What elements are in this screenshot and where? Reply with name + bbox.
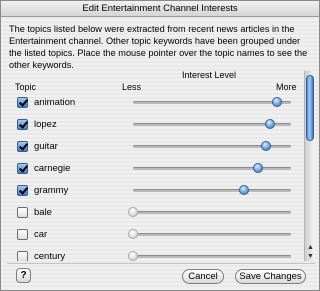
topic-checkbox[interactable] (17, 163, 28, 174)
interest-slider-thumb[interactable] (265, 119, 276, 129)
interest-slider-track[interactable] (133, 255, 291, 258)
topic-row: guitar (15, 136, 303, 158)
interest-slider-thumb[interactable] (260, 141, 271, 151)
topic-row: century (15, 246, 303, 261)
topic-row: animation (15, 92, 303, 114)
scroll-down-arrow-icon[interactable]: ▼ (305, 252, 316, 261)
topic-row: car (15, 224, 303, 246)
interest-slider-track[interactable] (133, 189, 291, 192)
interest-slider-track[interactable] (133, 167, 291, 170)
window-title: Edit Entertainment Channel Interests (82, 3, 238, 14)
vertical-scrollbar[interactable]: ▲ ▼ (304, 71, 315, 261)
interest-slider-thumb[interactable] (128, 229, 138, 239)
topic-checkbox[interactable] (17, 97, 28, 108)
interest-slider-thumb[interactable] (238, 185, 249, 195)
topic-checkbox[interactable] (17, 229, 28, 240)
topic-label[interactable]: century (34, 251, 65, 261)
interest-slider-track[interactable] (133, 211, 291, 214)
dialog-window: Edit Entertainment Channel Interests The… (0, 0, 320, 291)
topic-column-header: Topic (15, 82, 37, 92)
topic-checkbox[interactable] (17, 185, 28, 196)
more-label: More (276, 82, 297, 92)
less-label: Less (122, 82, 142, 92)
topic-label[interactable]: car (34, 229, 47, 240)
topic-list: animation lopez guitar carnegie grammy bale ca… (15, 92, 315, 261)
divider (7, 263, 315, 264)
interest-slider-thumb[interactable] (128, 207, 138, 217)
topic-label[interactable]: guitar (34, 141, 58, 152)
topic-row: lopez (15, 114, 303, 136)
topic-label[interactable]: carnegie (34, 163, 70, 174)
cancel-button[interactable]: Cancel (182, 269, 224, 284)
scroll-up-arrow-icon[interactable]: ▲ (305, 243, 316, 252)
topic-label[interactable]: grammy (34, 185, 68, 196)
interest-slider-thumb[interactable] (128, 251, 138, 261)
intro-text: The topics listed below were extracted f… (9, 24, 308, 70)
title-bar[interactable]: Edit Entertainment Channel Interests (1, 1, 319, 17)
topic-row: bale (15, 202, 303, 224)
interest-slider-thumb[interactable] (252, 163, 263, 173)
topic-label[interactable]: animation (34, 97, 75, 108)
interest-level-header: Interest Level (182, 70, 237, 80)
topic-checkbox[interactable] (17, 141, 28, 152)
topic-row: carnegie (15, 158, 303, 180)
topic-checkbox[interactable] (17, 119, 28, 130)
help-button[interactable]: ? (16, 268, 31, 283)
topic-row: grammy (15, 180, 303, 202)
help-icon: ? (20, 270, 27, 281)
topic-checkbox[interactable] (17, 251, 28, 261)
topic-checkbox[interactable] (17, 207, 28, 218)
interest-slider-thumb[interactable] (271, 97, 282, 107)
interest-slider-track[interactable] (133, 101, 291, 104)
interest-slider-track[interactable] (133, 233, 291, 236)
topic-label[interactable]: lopez (34, 119, 57, 130)
topic-label[interactable]: bale (34, 207, 52, 218)
scroll-thumb[interactable] (306, 75, 314, 141)
save-changes-button[interactable]: Save Changes (235, 269, 306, 284)
